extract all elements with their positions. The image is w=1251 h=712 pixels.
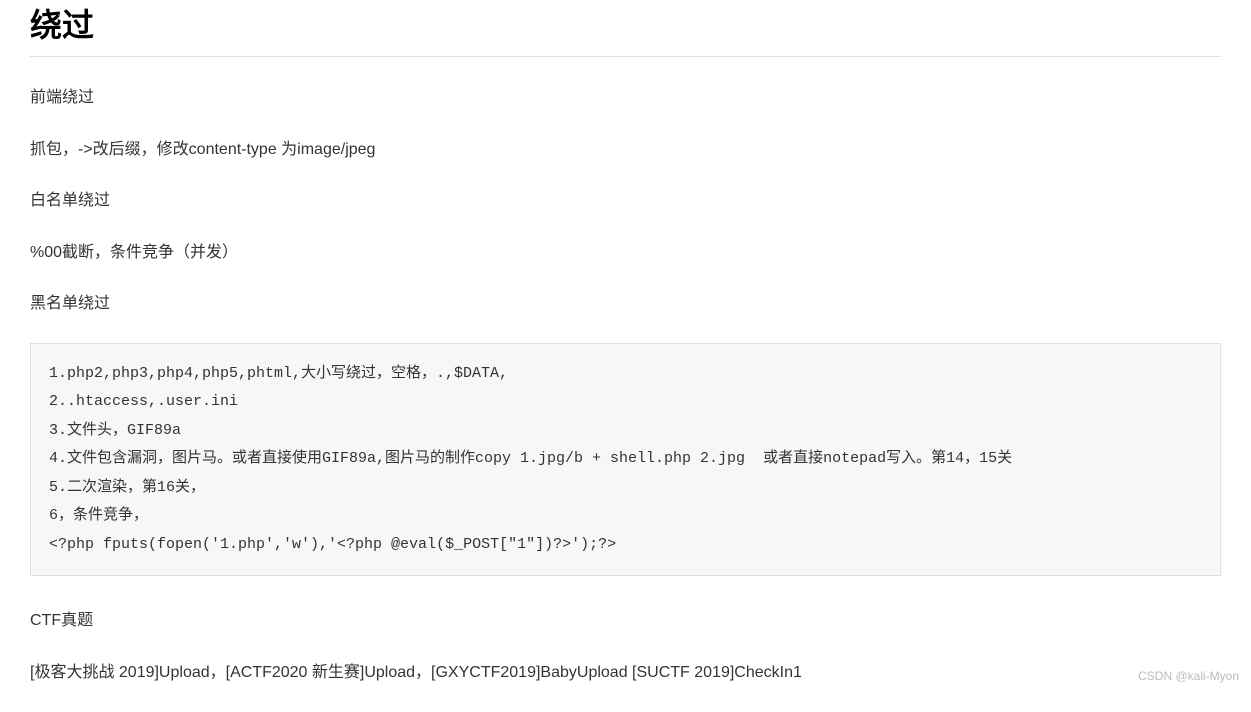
watermark: CSDN @kali-Myon (1138, 669, 1239, 683)
paragraph-whitelist-bypass: 白名单绕过 (30, 188, 1221, 214)
section-heading: 绕过 (30, 0, 1221, 57)
paragraph-blacklist-bypass: 黑名单绕过 (30, 291, 1221, 317)
paragraph-truncation: %00截断，条件竞争（并发） (30, 240, 1221, 266)
paragraph-frontend-bypass: 前端绕过 (30, 85, 1221, 111)
code-block: 1.php2,php3,php4,php5,phtml,大小写绕过，空格，.,$… (30, 343, 1221, 577)
paragraph-ctf-list: [极客大挑战 2019]Upload，[ACTF2020 新生赛]Upload，… (30, 660, 1221, 686)
paragraph-ctf-heading: CTF真题 (30, 608, 1221, 634)
paragraph-packet-capture: 抓包，->改后缀，修改content-type 为image/jpeg (30, 137, 1221, 163)
